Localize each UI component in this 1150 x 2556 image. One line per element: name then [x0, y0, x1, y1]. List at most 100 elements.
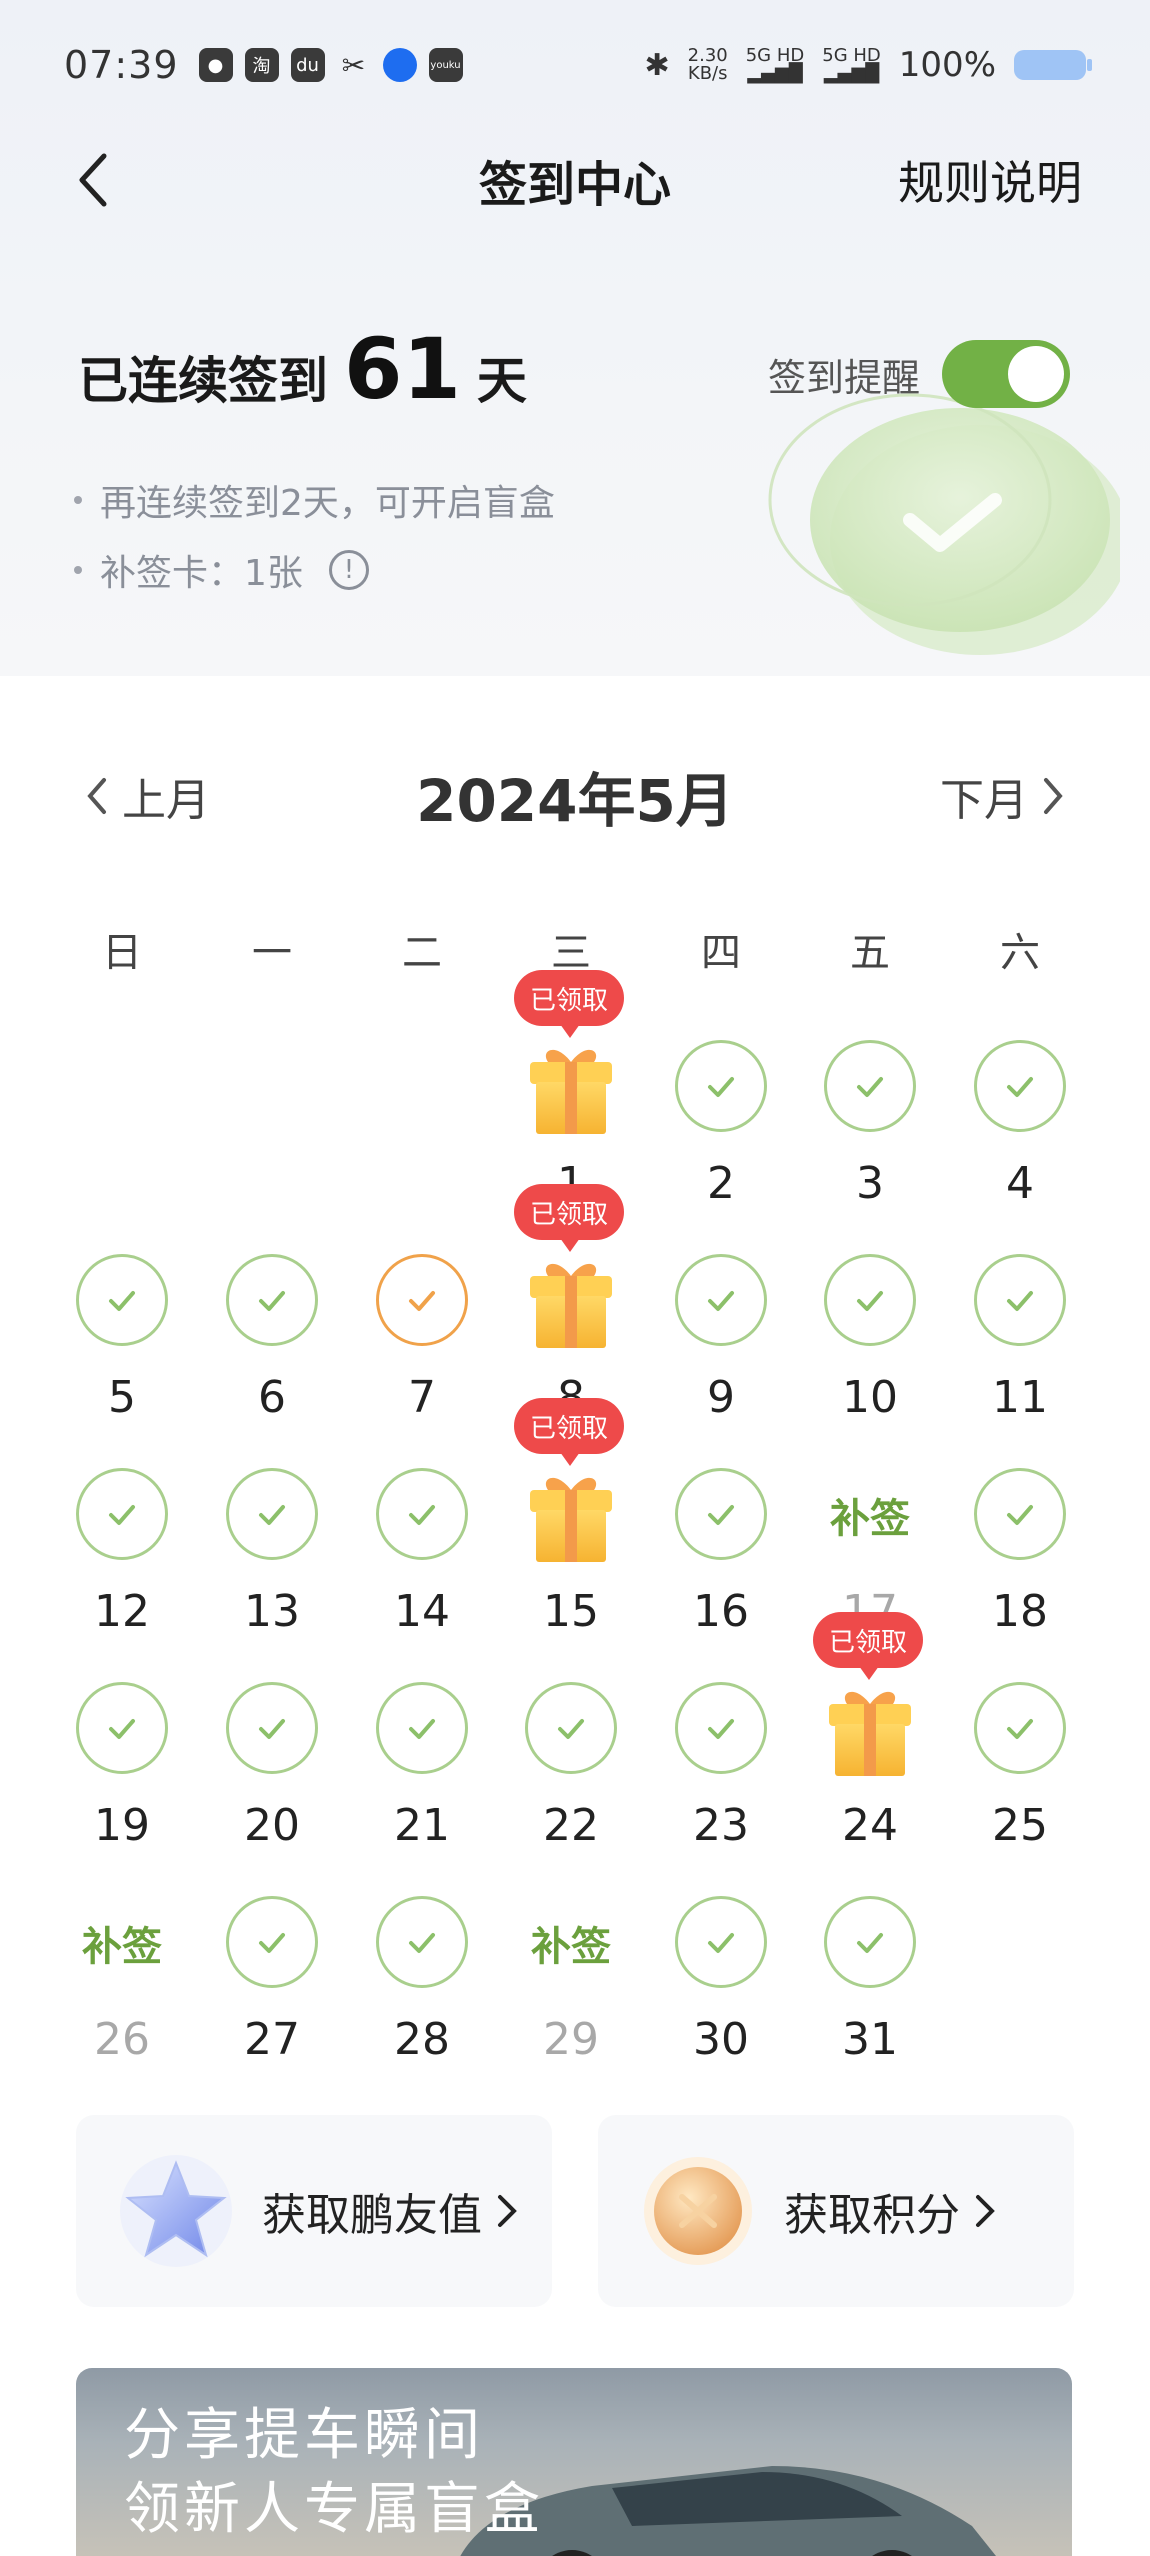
- check-circle: [376, 1254, 468, 1346]
- star-icon: [120, 2155, 232, 2267]
- calendar-day-24[interactable]: 已领取 24: [795, 1612, 945, 1896]
- calendar-day-3[interactable]: 3: [795, 1040, 945, 1254]
- calendar-day-31[interactable]: 31: [795, 1896, 945, 2110]
- signed-check-mark: [525, 1682, 617, 1774]
- day-number: 5: [108, 1372, 136, 1423]
- check-icon: [109, 1719, 135, 1739]
- calendar-day-13[interactable]: 13: [197, 1468, 347, 1682]
- day-number: 23: [693, 1800, 749, 1851]
- day-number: 25: [992, 1800, 1048, 1851]
- calendar-day-7[interactable]: 7: [347, 1254, 497, 1468]
- next-month-button[interactable]: 下月: [940, 764, 1064, 828]
- check-icon: [857, 1933, 883, 1953]
- signed-check-mark: [824, 1896, 916, 1988]
- makeup-signin-button[interactable]: 补签: [795, 1486, 945, 1544]
- day-number: 26: [94, 2014, 150, 2065]
- calendar-day-5[interactable]: 5: [47, 1254, 197, 1468]
- weekday-label: 一: [252, 930, 292, 976]
- check-icon: [708, 1719, 734, 1739]
- day-number: 3: [856, 1158, 884, 1209]
- check-circle: [974, 1254, 1066, 1346]
- calendar-day-22[interactable]: 22: [496, 1682, 646, 1896]
- check-icon: [857, 1077, 883, 1097]
- check-icon: [708, 1291, 734, 1311]
- check-circle: [525, 1682, 617, 1774]
- gift-icon: [530, 1049, 612, 1134]
- banner-line-1: 分享提车瞬间: [124, 2403, 484, 2468]
- calendar-day-23[interactable]: 23: [646, 1682, 796, 1896]
- check-circle: [76, 1468, 168, 1560]
- calendar-day-2[interactable]: 2: [646, 1040, 796, 1254]
- calendar-day-30[interactable]: 30: [646, 1896, 796, 2110]
- check-icon: [409, 1505, 435, 1525]
- calendar-day-19[interactable]: 19: [47, 1682, 197, 1896]
- gift-icon: [530, 1263, 612, 1348]
- signed-check-mark: [376, 1468, 468, 1560]
- day-number: 4: [1006, 1158, 1034, 1209]
- signed-check-mark: [76, 1682, 168, 1774]
- gift-icon: [829, 1691, 911, 1776]
- check-icon: [708, 1933, 734, 1953]
- day-number: 16: [693, 1586, 749, 1637]
- calendar-day-6[interactable]: 6: [197, 1254, 347, 1468]
- calendar-day-26[interactable]: 补签 26: [47, 1896, 197, 2110]
- next-month-label: 下月: [940, 775, 1028, 826]
- day-number: 20: [244, 1800, 300, 1851]
- calendar-day-14[interactable]: 14: [347, 1468, 497, 1682]
- reminder-label: 签到提醒: [767, 355, 920, 400]
- hint-makeup-cards: 补签卡：1张 !: [74, 544, 369, 596]
- check-circle: [675, 1896, 767, 1988]
- check-icon: [708, 1077, 734, 1097]
- calendar-day-21[interactable]: 21: [347, 1682, 497, 1896]
- streak-summary: 已连续签到 61 天: [78, 320, 527, 418]
- day-number: 9: [707, 1372, 735, 1423]
- gift-icon: [530, 1477, 612, 1562]
- calendar-day-4[interactable]: 4: [945, 1040, 1095, 1254]
- check-icon: [409, 1291, 435, 1311]
- signed-check-mark: [675, 1254, 767, 1346]
- signed-check-mark: [226, 1468, 318, 1560]
- get-points-label: 获取积分: [784, 2190, 960, 2241]
- get-friend-value-card[interactable]: 获取鹏友值: [76, 2115, 552, 2307]
- day-number: 29: [543, 2014, 599, 2065]
- makeup-signin-button[interactable]: 补签: [496, 1914, 646, 1972]
- rules-link[interactable]: 规则说明: [898, 147, 1082, 213]
- calendar-day-29[interactable]: 补签 29: [496, 1896, 646, 2110]
- calendar-day-20[interactable]: 20: [197, 1682, 347, 1896]
- share-delivery-banner[interactable]: 分享提车瞬间 领新人专属盲盒: [76, 2368, 1072, 2556]
- calendar-day-9[interactable]: 9: [646, 1254, 796, 1468]
- check-icon: [259, 1719, 285, 1739]
- day-number: 2: [707, 1158, 735, 1209]
- calendar-day-18[interactable]: 18: [945, 1468, 1095, 1682]
- reminder-toggle[interactable]: [942, 340, 1070, 408]
- day-number: 21: [394, 1800, 450, 1851]
- calendar-day-11[interactable]: 11: [945, 1254, 1095, 1468]
- check-icon: [409, 1719, 435, 1739]
- youku-icon: youku: [428, 48, 463, 82]
- calendar-day-12[interactable]: 12: [47, 1468, 197, 1682]
- check-icon: [109, 1505, 135, 1525]
- calendar-day-27[interactable]: 27: [197, 1896, 347, 2110]
- check-circle: [675, 1040, 767, 1132]
- check-circle: [226, 1468, 318, 1560]
- calendar-day-25[interactable]: 25: [945, 1682, 1095, 1896]
- info-icon[interactable]: !: [328, 550, 369, 590]
- calendar-day-10[interactable]: 10: [795, 1254, 945, 1468]
- signal-bars-icon: ▂▄▆█: [823, 63, 880, 84]
- calendar-day-28[interactable]: 28: [347, 1896, 497, 2110]
- day-number: 10: [842, 1372, 898, 1423]
- calendar-day-15[interactable]: 已领取 15: [496, 1398, 646, 1682]
- reminder-setting: 签到提醒: [768, 340, 1070, 408]
- calendar-day-16[interactable]: 16: [646, 1468, 796, 1682]
- battery-percent: 100%: [898, 45, 996, 85]
- check-icon: [1007, 1719, 1033, 1739]
- check-circle: [76, 1254, 168, 1346]
- check-icon: [259, 1505, 285, 1525]
- claimed-badge: 已领取: [514, 1398, 624, 1466]
- signed-check-mark: [974, 1040, 1066, 1132]
- day-number: 7: [408, 1372, 436, 1423]
- check-circle: [376, 1896, 468, 1988]
- check-circle: [226, 1896, 318, 1988]
- get-points-card[interactable]: 获取积分: [598, 2115, 1074, 2307]
- makeup-signin-button[interactable]: 补签: [47, 1914, 197, 1972]
